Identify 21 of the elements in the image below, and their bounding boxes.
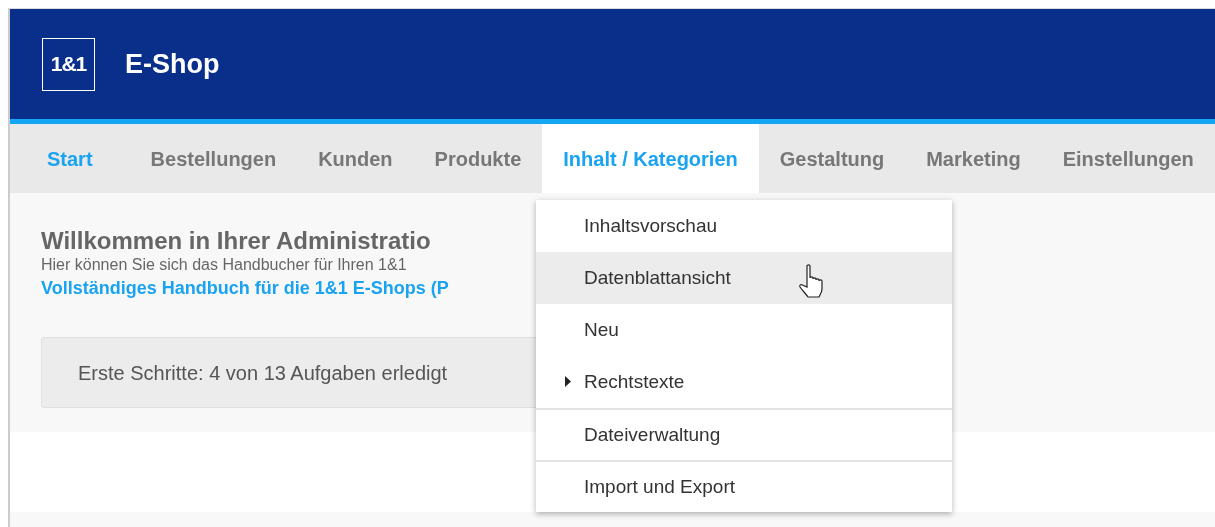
- nav-tab[interactable]: Einstellungen: [1041, 124, 1215, 193]
- manual-link[interactable]: Vollständiges Handbuch für die 1&1 E-Shops (P: [41, 278, 449, 298]
- logo: 1&1: [42, 37, 95, 91]
- nav-tab[interactable]: Kunden: [297, 124, 414, 193]
- app-title: E-Shop: [125, 47, 220, 81]
- menu-item[interactable]: Datenblattansicht: [536, 252, 952, 304]
- nav-tab[interactable]: Marketing: [905, 124, 1042, 193]
- welcome-text: Hier können Sie sich das Handbucher für Ihren 1&1: [41, 255, 408, 275]
- menu-item[interactable]: Dateiverwaltung: [536, 408, 952, 460]
- nav-tab[interactable]: Start: [26, 124, 114, 193]
- menu-item[interactable]: Neu: [536, 304, 952, 356]
- menu-item[interactable]: Import und Export: [536, 460, 952, 512]
- caret-icon: [565, 376, 571, 387]
- menu-item[interactable]: Rechtstexte: [536, 356, 952, 408]
- nav-tab[interactable]: Produkte: [413, 124, 543, 193]
- welcome-heading: Willkommen in Ihrer Administratio: [41, 227, 432, 255]
- nav-tab[interactable]: Gestaltung: [758, 124, 906, 193]
- menu-item[interactable]: Inhaltsvorschau: [536, 200, 952, 252]
- progress-text: Erste Schritte: 4 von 13 Aufgaben erledigt: [78, 360, 448, 386]
- nav-tab[interactable]: Bestellungen: [129, 124, 298, 193]
- nav-tab[interactable]: Inhalt / Kategorien: [542, 124, 759, 193]
